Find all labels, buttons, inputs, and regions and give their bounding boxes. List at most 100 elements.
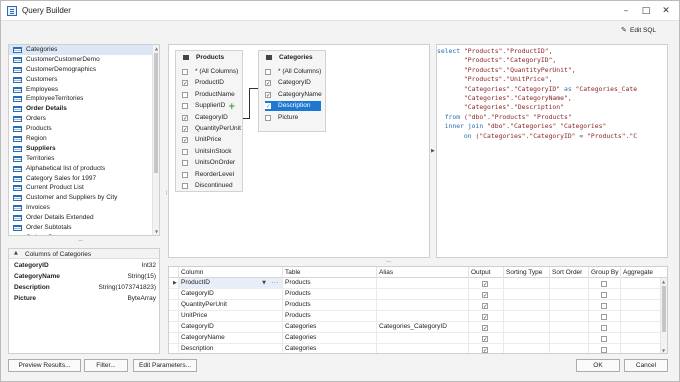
table-list-item[interactable]: Territories: [9, 154, 159, 164]
grid-row[interactable]: CategoryID Products: [169, 289, 667, 300]
grid-cell-output[interactable]: [468, 300, 503, 311]
grid-cell-group-by[interactable]: [588, 344, 620, 353]
table-column-item[interactable]: * (All Columns): [265, 67, 321, 77]
scrollbar-thumb[interactable]: [662, 286, 666, 332]
grid-row[interactable]: CategoryName Categories: [169, 333, 667, 344]
table-column-item[interactable]: UnitPrice: [182, 135, 238, 146]
grid-cell-column[interactable]: CategoryID: [178, 289, 282, 300]
grid-cell-aggregate[interactable]: [620, 311, 660, 322]
column-checkbox[interactable]: [182, 69, 188, 75]
column-checkbox[interactable]: [182, 160, 188, 167]
ellipsis-icon[interactable]: ···: [272, 278, 280, 288]
group-by-checkbox[interactable]: [601, 291, 607, 298]
grid-row[interactable]: CategoryID Categories Categories_CategoryI…: [169, 322, 667, 333]
table-column-item[interactable]: UnitsInStock: [182, 147, 238, 157]
table-column-item[interactable]: Picture: [265, 113, 321, 123]
edit-sql-button[interactable]: ✎ Edit SQL: [621, 26, 656, 34]
table-column-item[interactable]: Discontinued: [182, 181, 238, 191]
sql-text-panel[interactable]: select "Products"."ProductID", "Products…: [436, 44, 668, 258]
table-list-item[interactable]: Alphabetical list of products: [9, 164, 159, 174]
output-checkbox[interactable]: [482, 324, 488, 333]
grid-cell-column[interactable]: CategoryID: [178, 322, 282, 333]
grid-column-header[interactable]: Table: [282, 267, 376, 278]
grid-cell-sorting-type[interactable]: [503, 322, 549, 333]
group-by-checkbox[interactable]: [601, 280, 607, 287]
grid-cell-sort-order[interactable]: [549, 322, 588, 333]
group-by-checkbox[interactable]: [601, 313, 607, 320]
products-table-card[interactable]: Products * (All Columns) ProductID Product…: [175, 50, 243, 192]
grid-cell-column[interactable]: Description: [178, 344, 282, 353]
edit-parameters-button[interactable]: Edit Parameters...: [133, 359, 197, 372]
table-list-item[interactable]: Orders: [9, 114, 159, 124]
grid-cell-alias[interactable]: [376, 333, 468, 344]
add-relation-icon[interactable]: +: [228, 102, 236, 112]
grid-cell-aggregate[interactable]: [620, 344, 660, 353]
table-list-item[interactable]: CustomerDemographics: [9, 65, 159, 75]
table-column-item[interactable]: ProductName: [182, 90, 238, 100]
grid-cell-group-by[interactable]: [588, 311, 620, 322]
grid-cell-group-by[interactable]: [588, 278, 620, 289]
table-column-item[interactable]: ReorderLevel: [182, 170, 238, 180]
output-checkbox[interactable]: [482, 313, 488, 322]
table-column-item[interactable]: CategoryName: [265, 90, 322, 101]
grid-cell-output[interactable]: [468, 333, 503, 344]
grid-cell-alias[interactable]: [376, 344, 468, 353]
grid-cell-sort-order[interactable]: [549, 300, 588, 311]
grid-cell-alias[interactable]: [376, 289, 468, 300]
table-list-item[interactable]: EmployeeTerritories: [9, 94, 159, 104]
table-list-item[interactable]: Current Product List: [9, 183, 159, 193]
grid-cell-table[interactable]: Categories: [282, 322, 376, 333]
column-checkbox[interactable]: [265, 69, 271, 75]
grid-cell-group-by[interactable]: [588, 333, 620, 344]
collapse-icon[interactable]: ▲: [14, 250, 18, 256]
grid-scrollbar[interactable]: ▲ ▼: [660, 278, 667, 353]
grid-cell-sort-order[interactable]: [549, 344, 588, 353]
column-checkbox[interactable]: [182, 183, 188, 189]
grid-column-header[interactable]: Group By: [588, 267, 620, 278]
grid-cell-sort-order[interactable]: [549, 278, 588, 289]
categories-table-card[interactable]: Categories * (All Columns) CategoryID Cate…: [258, 50, 326, 132]
table-column-item[interactable]: CategoryID: [265, 78, 321, 89]
chevron-down-icon[interactable]: ▼: [262, 278, 266, 289]
grid-cell-aggregate[interactable]: [620, 278, 660, 289]
grid-cell-alias[interactable]: [376, 300, 468, 311]
scroll-down-icon[interactable]: ▼: [154, 229, 159, 234]
grid-cell-group-by[interactable]: [588, 322, 620, 333]
table-column-item[interactable]: QuantityPerUnit: [182, 124, 241, 135]
horizontal-splitter-grip[interactable]: ·····: [78, 238, 83, 245]
table-column-item[interactable]: Description: [265, 101, 321, 112]
group-by-checkbox[interactable]: [601, 302, 607, 309]
grid-column-header[interactable]: Output: [468, 267, 503, 278]
grid-cell-column[interactable]: CategoryName: [178, 333, 282, 344]
grid-cell-sorting-type[interactable]: [503, 333, 549, 344]
cancel-button[interactable]: Cancel: [624, 359, 668, 372]
output-checkbox[interactable]: [482, 346, 488, 353]
table-column-item[interactable]: CategoryID: [182, 113, 238, 124]
preview-results-button[interactable]: Preview Results...: [8, 359, 81, 372]
grid-cell-aggregate[interactable]: [620, 300, 660, 311]
ok-button[interactable]: OK: [576, 359, 620, 372]
grid-cell-table[interactable]: Products: [282, 278, 376, 289]
output-checkbox[interactable]: [482, 335, 488, 344]
grid-cell-aggregate[interactable]: [620, 289, 660, 300]
grid-column-header[interactable]: Column: [178, 267, 282, 278]
grid-cell-alias[interactable]: [376, 278, 468, 289]
grid-cell-table[interactable]: Categories: [282, 333, 376, 344]
output-checkbox[interactable]: [482, 291, 488, 300]
grid-cell-output[interactable]: [468, 278, 503, 289]
grid-cell-column[interactable]: QuantityPerUnit: [178, 300, 282, 311]
scrollbar-thumb[interactable]: [154, 53, 158, 173]
grid-cell-alias[interactable]: Categories_CategoryID: [376, 322, 468, 333]
grid-cell-column[interactable]: UnitPrice: [178, 311, 282, 322]
column-checkbox[interactable]: [182, 103, 188, 110]
grid-cell-sorting-type[interactable]: [503, 278, 549, 289]
grid-cell-output[interactable]: [468, 322, 503, 333]
grid-column-header[interactable]: Alias: [376, 267, 468, 278]
grid-cell-output[interactable]: [468, 344, 503, 353]
column-checkbox[interactable]: [265, 114, 271, 121]
scroll-down-icon[interactable]: ▼: [662, 348, 665, 353]
tables-list-scrollbar[interactable]: ▲ ▼: [152, 45, 159, 235]
grid-cell-aggregate[interactable]: [620, 322, 660, 333]
column-checkbox[interactable]: [182, 114, 188, 124]
table-list-item[interactable]: Suppliers: [9, 144, 159, 154]
